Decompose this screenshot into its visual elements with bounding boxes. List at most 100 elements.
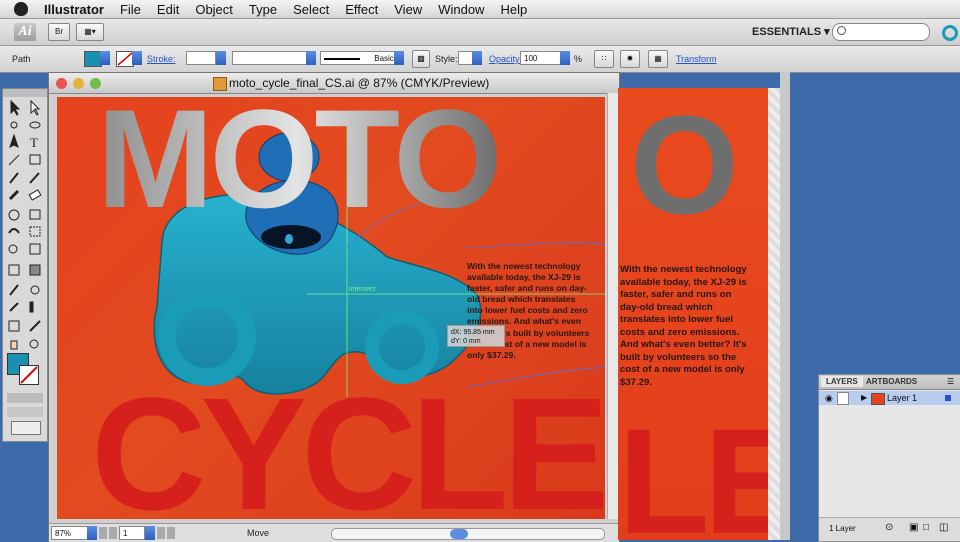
bridge-button[interactable]: Br bbox=[48, 23, 70, 41]
blend-tool-icon bbox=[30, 285, 40, 295]
reference-point-button[interactable]: ∷ bbox=[594, 50, 614, 68]
document-title-bar[interactable]: moto_cycle_final_CS.ai @ 87% (CMYK/Previ… bbox=[49, 73, 619, 94]
ai-logo: Ai bbox=[14, 23, 36, 41]
zoom-window-button[interactable] bbox=[90, 78, 101, 89]
layer-row[interactable]: ◉ ▶ Layer 1 bbox=[819, 391, 960, 405]
stroke-weight-dropdown[interactable] bbox=[216, 51, 226, 65]
next-artboard-button[interactable] bbox=[157, 527, 165, 539]
layer-name[interactable]: Layer 1 bbox=[887, 393, 917, 403]
artboard-number-field[interactable]: 1 bbox=[119, 526, 145, 540]
rectangle-tool-icon bbox=[29, 154, 41, 165]
stroke-weight-field[interactable] bbox=[186, 51, 216, 65]
recolor-icon: ✹ bbox=[626, 54, 634, 63]
width-tool-icon bbox=[8, 228, 20, 234]
style-icon: ▩ bbox=[417, 54, 425, 63]
zoom-level-field[interactable]: 87% bbox=[51, 526, 89, 540]
horizontal-scrollbar[interactable] bbox=[331, 528, 605, 540]
menu-view[interactable]: View bbox=[386, 2, 430, 17]
locate-object-icon[interactable]: ⊙ bbox=[885, 522, 893, 533]
perspective-grid-tool-icon bbox=[29, 243, 41, 255]
tab-artboards[interactable]: ARTBOARDS bbox=[861, 376, 922, 387]
stroke-dropdown-arrow[interactable] bbox=[132, 51, 142, 65]
apple-icon[interactable] bbox=[14, 2, 28, 16]
opacity-unit: % bbox=[574, 54, 583, 64]
artboard[interactable]: MOTO CYCLE intersect With the newest tec… bbox=[57, 97, 605, 519]
search-icon bbox=[837, 26, 846, 35]
opacity-dropdown[interactable] bbox=[560, 51, 570, 65]
creative-cloud-icon[interactable] bbox=[942, 25, 958, 41]
artboard-dropdown[interactable] bbox=[145, 526, 155, 540]
menu-type[interactable]: Type bbox=[241, 2, 285, 17]
window-edge bbox=[780, 72, 790, 540]
no-stroke-icon bbox=[117, 52, 133, 66]
tab-layers[interactable]: LAYERS bbox=[821, 376, 863, 387]
zoom-dropdown[interactable] bbox=[87, 526, 97, 540]
eye-icon[interactable]: ◉ bbox=[825, 393, 833, 404]
selection-type-label: Path bbox=[12, 54, 31, 64]
opacity-panel-link[interactable]: Opacity: bbox=[489, 54, 522, 64]
zoom-tool-icon bbox=[29, 339, 39, 349]
align-button[interactable]: ▦ bbox=[648, 50, 668, 68]
delete-layer-icon[interactable]: ◫ bbox=[939, 522, 948, 533]
graphic-style-button[interactable]: ▩ bbox=[412, 50, 430, 68]
opacity-input[interactable]: 100 bbox=[520, 51, 562, 65]
status-tool-label: Move bbox=[247, 528, 270, 538]
arrange-documents-button[interactable]: ▦▾ bbox=[76, 23, 104, 41]
reference-point-icon: ∷ bbox=[601, 54, 607, 63]
pencil-tool-icon bbox=[29, 172, 40, 184]
selection-indicator[interactable] bbox=[945, 395, 951, 401]
scroll-thumb[interactable] bbox=[450, 529, 468, 539]
recolor-artwork-button[interactable]: ✹ bbox=[620, 50, 640, 68]
stroke-panel-link[interactable]: Stroke: bbox=[147, 54, 176, 64]
second-body-line: faster, safer and runs on bbox=[620, 289, 732, 300]
tools-panel-header[interactable] bbox=[3, 89, 47, 97]
second-body-line: day-old bread which bbox=[620, 301, 713, 313]
tool-icons: T bbox=[8, 99, 42, 350]
mesh-tool-icon bbox=[8, 264, 20, 276]
menu-effect[interactable]: Effect bbox=[337, 2, 386, 17]
type-tool-icon: T bbox=[30, 135, 38, 150]
tooltip-dy: dY: 0 mm bbox=[451, 338, 481, 345]
line-tool-icon bbox=[8, 154, 20, 166]
color-mode-buttons[interactable] bbox=[7, 393, 43, 403]
no-color-icon bbox=[20, 366, 38, 384]
brush-dropdown[interactable] bbox=[394, 51, 404, 65]
brush-definition-field[interactable]: Basic bbox=[320, 51, 396, 65]
search-input[interactable] bbox=[832, 23, 930, 41]
document-title: moto_cycle_final_CS.ai @ 87% (CMYK/Previ… bbox=[229, 76, 490, 90]
menu-file[interactable]: File bbox=[112, 2, 149, 17]
fill-dropdown-arrow[interactable] bbox=[100, 51, 110, 65]
menu-window[interactable]: Window bbox=[430, 2, 492, 17]
lock-toggle[interactable] bbox=[837, 392, 849, 405]
eraser-tool-icon bbox=[28, 189, 42, 201]
menu-help[interactable]: Help bbox=[492, 2, 535, 17]
ai-document-icon bbox=[213, 77, 227, 91]
minimize-window-button[interactable] bbox=[73, 78, 84, 89]
draw-mode-buttons[interactable] bbox=[7, 407, 43, 417]
close-window-button[interactable] bbox=[56, 78, 67, 89]
stroke-color-box[interactable] bbox=[19, 365, 39, 385]
menu-select[interactable]: Select bbox=[285, 2, 337, 17]
smart-guide-label: intersect bbox=[349, 286, 376, 293]
hand-tool-icon bbox=[10, 340, 18, 350]
workspace-switcher[interactable]: ESSENTIALS ▾ bbox=[752, 25, 830, 38]
app-name-menu[interactable]: Illustrator bbox=[36, 2, 112, 17]
second-body-line: translates into lower fuel bbox=[620, 314, 734, 325]
blob-brush-tool-icon bbox=[8, 189, 20, 201]
new-layer-icon[interactable]: □ bbox=[923, 522, 929, 533]
last-artboard-button[interactable] bbox=[167, 527, 175, 539]
style-dropdown[interactable] bbox=[472, 51, 482, 65]
menu-object[interactable]: Object bbox=[187, 2, 241, 17]
eyedropper-tool-icon bbox=[9, 284, 19, 296]
panel-menu-icon[interactable]: ☰ bbox=[947, 377, 954, 386]
screen-mode-button[interactable] bbox=[11, 421, 41, 435]
variable-width-field[interactable] bbox=[232, 51, 308, 65]
variable-width-dropdown[interactable] bbox=[306, 51, 316, 65]
new-sublayer-icon[interactable]: ▣ bbox=[909, 522, 918, 533]
disclosure-triangle-icon[interactable]: ▶ bbox=[861, 393, 867, 402]
first-artboard-button[interactable] bbox=[99, 527, 107, 539]
transform-panel-link[interactable]: Transform bbox=[676, 54, 717, 64]
previous-artboard-button[interactable] bbox=[109, 527, 117, 539]
menu-edit[interactable]: Edit bbox=[149, 2, 187, 17]
second-artboard[interactable]: O LE With the newest technology availabl… bbox=[618, 88, 768, 540]
